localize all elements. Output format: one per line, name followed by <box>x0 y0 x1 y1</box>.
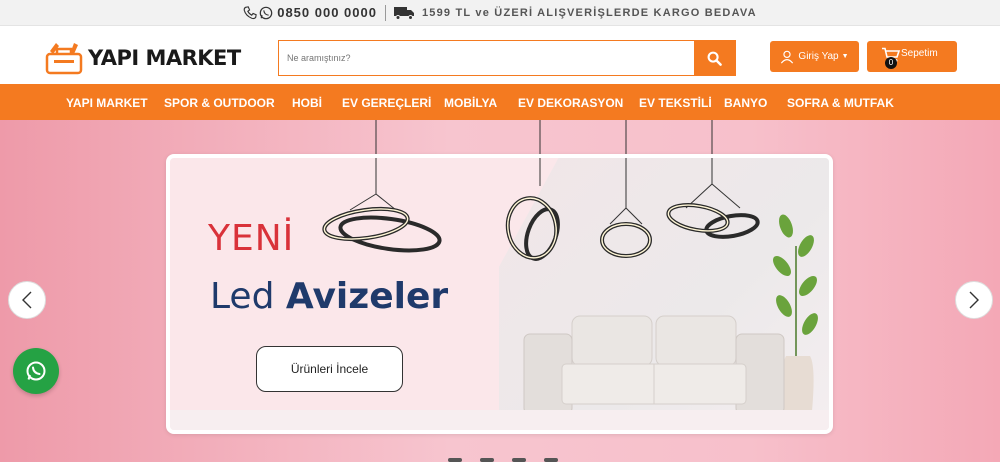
caret-down-icon: ▼ <box>841 53 849 60</box>
free-shipping-note: 1599 TL ve ÜZERİ ALIŞVERİŞLERDE KARGO BE… <box>421 6 757 19</box>
hero-slider: YENİ Led Avizeler Ürünleri İncele <box>0 120 1000 462</box>
headline-product: Led Avizeler <box>210 276 448 317</box>
nav-item-banyo[interactable]: BANYO <box>724 96 767 110</box>
slider-dot[interactable] <box>544 458 558 462</box>
phone-icon <box>243 5 257 19</box>
top-info-bar: 0850 000 0000 1599 TL ve ÜZERİ ALIŞVERİŞ… <box>0 0 1000 26</box>
truck-icon <box>393 6 414 20</box>
login-label: Giriş Yap <box>798 51 839 62</box>
search-icon <box>707 51 722 66</box>
nav-item-ev-gerecleri[interactable]: EV GEREÇLERİ <box>342 96 431 110</box>
search-button[interactable] <box>694 41 735 75</box>
site-header: YAPI MARKET Giriş Yap ▼ Sepetim 0 <box>0 27 1000 84</box>
nav-item-hobi[interactable]: HOBİ <box>292 96 322 110</box>
logo-text: YAPI MARKET <box>88 46 241 70</box>
cart-count-badge: 0 <box>885 57 897 69</box>
nav-item-sofra-mutfak[interactable]: SOFRA & MUTFAK <box>787 96 894 110</box>
chevron-left-icon <box>22 291 32 309</box>
slider-dot[interactable] <box>480 458 494 462</box>
cart-label: Sepetim <box>901 48 938 59</box>
slider-prev-button[interactable] <box>8 281 46 319</box>
cart-button[interactable]: Sepetim 0 <box>867 41 957 72</box>
main-nav: YAPI MARKET SPOR & OUTDOOR HOBİ EV GEREÇ… <box>0 84 1000 120</box>
slider-dot[interactable] <box>512 458 526 462</box>
whatsapp-chat-button[interactable] <box>13 348 59 394</box>
whatsapp-icon <box>259 6 273 19</box>
nav-item-ev-tekstili[interactable]: EV TEKSTİLİ <box>639 96 712 110</box>
phone-number[interactable]: 0850 000 0000 <box>277 5 377 20</box>
tools-logo-icon <box>45 43 83 75</box>
slider-next-button[interactable] <box>955 281 993 319</box>
promo-banner[interactable]: YENİ Led Avizeler Ürünleri İncele <box>166 154 833 434</box>
divider <box>384 4 386 21</box>
nav-item-spor-outdoor[interactable]: SPOR & OUTDOOR <box>164 96 275 110</box>
chevron-right-icon <box>969 291 979 309</box>
sofa-illustration <box>523 315 785 420</box>
nav-item-mobilya[interactable]: MOBİLYA <box>444 96 497 110</box>
view-products-button[interactable]: Ürünleri İncele <box>256 346 403 392</box>
nav-item-yapi-market[interactable]: YAPI MARKET <box>66 96 148 110</box>
headline-new: YENİ <box>208 218 295 259</box>
site-logo[interactable]: YAPI MARKET <box>44 41 241 75</box>
user-icon <box>781 50 794 63</box>
nav-item-ev-dekorasyon[interactable]: EV DEKORASYON <box>518 96 623 110</box>
slider-dot[interactable] <box>448 458 462 462</box>
floor-decoration <box>170 410 829 430</box>
headline-light-part: Led <box>210 276 286 317</box>
search-input[interactable] <box>279 41 694 75</box>
slider-pagination <box>448 458 558 462</box>
whatsapp-icon <box>26 361 46 381</box>
search-bar <box>278 40 736 76</box>
headline-bold-part: Avizeler <box>285 276 449 317</box>
contact-icons <box>243 5 273 20</box>
login-button[interactable]: Giriş Yap ▼ <box>770 41 859 72</box>
